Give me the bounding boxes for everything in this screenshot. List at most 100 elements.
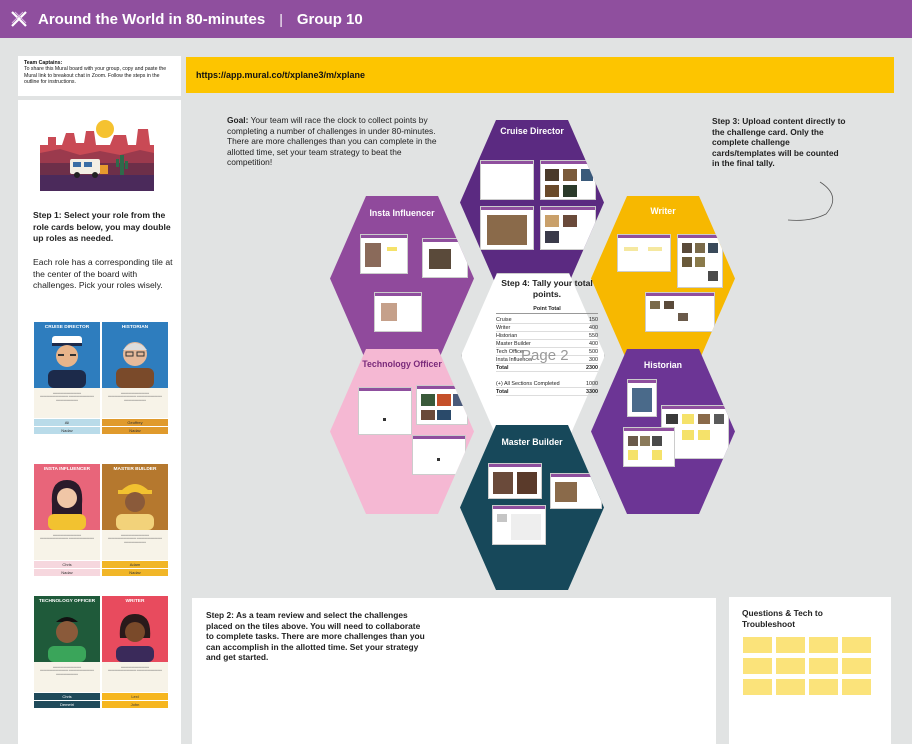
- challenge-card[interactable]: [360, 234, 408, 274]
- sticky-note[interactable]: [776, 658, 805, 674]
- role-card-description: ━━━━━━━━━━━━━━━━━━ ━━━━━━━━━━━━━━━━━━ ━━…: [34, 530, 100, 560]
- role-card-description: ━━━━━━━━━━━━━━━━━━ ━━━━━━━━━━━━━━━━━━ ━━…: [102, 662, 168, 692]
- challenge-card[interactable]: [422, 238, 468, 278]
- challenge-card[interactable]: [412, 435, 466, 475]
- role-card-cruise-director[interactable]: CRUISE DIRECTOR ━━━━━━━━━━━━━━━━━━ ━━━━━…: [34, 322, 100, 434]
- role-card-description: ━━━━━━━━━━━━━━━━━━ ━━━━━━━━━━━━━━━━━━ ━━…: [102, 388, 168, 418]
- historian-avatar-icon: [116, 342, 154, 388]
- hex-cruise-director[interactable]: Cruise Director: [460, 120, 604, 285]
- tally-title: Step 4: Tally your total points.: [501, 278, 593, 299]
- challenge-card[interactable]: [488, 463, 542, 499]
- hex-historian[interactable]: Historian: [591, 349, 735, 514]
- table-row: Cruise 150: [496, 317, 598, 324]
- role-card-description: ━━━━━━━━━━━━━━━━━━ ━━━━━━━━━━━━━━━━━━ ━━…: [34, 388, 100, 418]
- role-assignee-1[interactable]: Chris: [34, 561, 100, 568]
- sticky-note[interactable]: [842, 679, 871, 695]
- sticky-note[interactable]: [809, 658, 838, 674]
- role-card-master-builder[interactable]: MASTER BUILDER ━━━━━━━━━━━━━━━━━━ ━━━━━━…: [102, 464, 168, 576]
- challenge-card[interactable]: [645, 292, 715, 332]
- desert-road-trip-illustration: [40, 115, 154, 191]
- challenge-card[interactable]: [540, 206, 596, 250]
- hex-title: Insta Influencer: [369, 208, 435, 218]
- sticky-note[interactable]: [842, 658, 871, 674]
- role-card-label: HISTORIAN: [121, 325, 149, 330]
- role-card-art: CRUISE DIRECTOR: [34, 322, 100, 388]
- hex-insta-influencer[interactable]: Insta Influencer: [330, 196, 474, 361]
- hex-master-builder[interactable]: Master Builder: [460, 425, 604, 590]
- challenge-card[interactable]: [374, 292, 422, 332]
- challenge-card[interactable]: [617, 234, 671, 272]
- challenge-card[interactable]: [540, 160, 596, 200]
- challenge-card[interactable]: [550, 473, 602, 509]
- hex-title: Master Builder: [501, 437, 563, 447]
- role-card-technology-officer[interactable]: TECHNOLOGY OFFICER ━━━━━━━━━━━━━━━━━━ ━━…: [34, 596, 100, 708]
- challenge-card[interactable]: [480, 206, 534, 250]
- role-card-label: MASTER BUILDER: [113, 467, 157, 472]
- page-watermark: Page 2: [521, 347, 569, 364]
- role-card-art: MASTER BUILDER: [102, 464, 168, 530]
- role-card-art: WRITER: [102, 596, 168, 662]
- role-card-description: ━━━━━━━━━━━━━━━━━━ ━━━━━━━━━━━━━━━━━━ ━━…: [102, 530, 168, 560]
- table-row-bonus: (+) All Sections Completed 1000: [496, 381, 598, 388]
- questions-title: Questions & Tech to Troubleshoot: [742, 608, 823, 629]
- sticky-note[interactable]: [743, 658, 772, 674]
- hex-writer[interactable]: Writer: [591, 196, 735, 361]
- challenge-card[interactable]: [627, 379, 657, 417]
- technology-officer-avatar-icon: [48, 617, 86, 662]
- role-assignee-2[interactable]: Demetri: [34, 701, 100, 708]
- role-card-writer[interactable]: WRITER ━━━━━━━━━━━━━━━━━━ ━━━━━━━━━━━━━━…: [102, 596, 168, 708]
- role-card-label: INSTA INFLUENCER: [43, 467, 91, 472]
- goal-label: Goal:: [227, 115, 249, 125]
- role-assignee-2[interactable]: Nadav: [34, 427, 100, 434]
- step1-text: Each role has a corresponding tile at th…: [33, 257, 173, 290]
- role-card-description: ━━━━━━━━━━━━━━━━━━ ━━━━━━━━━━━━━━━━━━ ━━…: [34, 662, 100, 692]
- role-assignee-2[interactable]: Nadav: [102, 427, 168, 434]
- role-assignee-1[interactable]: Chris: [34, 693, 100, 700]
- sticky-note[interactable]: [842, 637, 871, 653]
- xplane-logo-icon: [11, 11, 27, 27]
- role-card-historian[interactable]: HISTORIAN ━━━━━━━━━━━━━━━━━━ ━━━━━━━━━━━…: [102, 322, 168, 434]
- challenge-card[interactable]: [677, 234, 723, 288]
- sticky-note[interactable]: [743, 637, 772, 653]
- role-card-art: INSTA INFLUENCER: [34, 464, 100, 530]
- sticky-note-grid: [743, 637, 871, 695]
- hex-title: Historian: [643, 360, 683, 370]
- role-assignee-1[interactable]: Geoffrey: [102, 419, 168, 426]
- role-assignee-1[interactable]: Ali: [34, 419, 100, 426]
- sticky-note[interactable]: [809, 679, 838, 695]
- step1-title: Step 1: Select your role from the role c…: [33, 210, 171, 243]
- role-card-insta-influencer[interactable]: INSTA INFLUENCER ━━━━━━━━━━━━━━━━━━ ━━━━…: [34, 464, 100, 576]
- step3-text: Step 3: Upload content directly to the c…: [712, 116, 846, 169]
- role-card-art: TECHNOLOGY OFFICER: [34, 596, 100, 662]
- sticky-note[interactable]: [743, 679, 772, 695]
- role-assignee-1[interactable]: Lexi: [102, 693, 168, 700]
- hex-title: Technology Officer: [362, 359, 442, 369]
- title-separator: |: [279, 11, 283, 27]
- cruise-director-avatar-icon: [48, 336, 86, 388]
- captains-text: To share this Mural board with your grou…: [24, 66, 167, 85]
- goal-text: Goal: Your team will race the clock to c…: [227, 115, 449, 168]
- challenge-card[interactable]: [480, 160, 534, 200]
- point-tally: Step 4: Tally your total points. Point T…: [496, 278, 598, 396]
- writer-avatar-icon: [116, 614, 154, 662]
- role-selection-panel: Step 1: Select your role from the role c…: [18, 100, 181, 744]
- mural-url-banner[interactable]: https://app.mural.co/t/xplane3/m/xplane: [186, 57, 894, 93]
- sticky-note[interactable]: [809, 637, 838, 653]
- challenge-card[interactable]: [623, 427, 675, 467]
- insta-influencer-avatar-icon: [48, 480, 86, 530]
- table-row-total: Total 2300: [496, 365, 598, 372]
- role-assignee-2[interactable]: Nadav: [102, 569, 168, 576]
- sticky-note[interactable]: [776, 637, 805, 653]
- challenge-card[interactable]: [358, 387, 412, 435]
- hex-technology-officer[interactable]: Technology Officer: [330, 349, 474, 514]
- table-row: Historian 550: [496, 333, 598, 340]
- team-captains-note[interactable]: Team Captains: To share this Mural board…: [18, 56, 181, 96]
- table-row: Writer 400: [496, 325, 598, 332]
- mural-url-link[interactable]: https://app.mural.co/t/xplane3/m/xplane: [196, 70, 365, 80]
- challenge-card[interactable]: [492, 505, 546, 545]
- role-assignee-2[interactable]: Nadav: [34, 569, 100, 576]
- role-assignee-1[interactable]: Adam: [102, 561, 168, 568]
- role-assignee-2[interactable]: John: [102, 701, 168, 708]
- sticky-note[interactable]: [776, 679, 805, 695]
- challenge-card[interactable]: [416, 385, 468, 425]
